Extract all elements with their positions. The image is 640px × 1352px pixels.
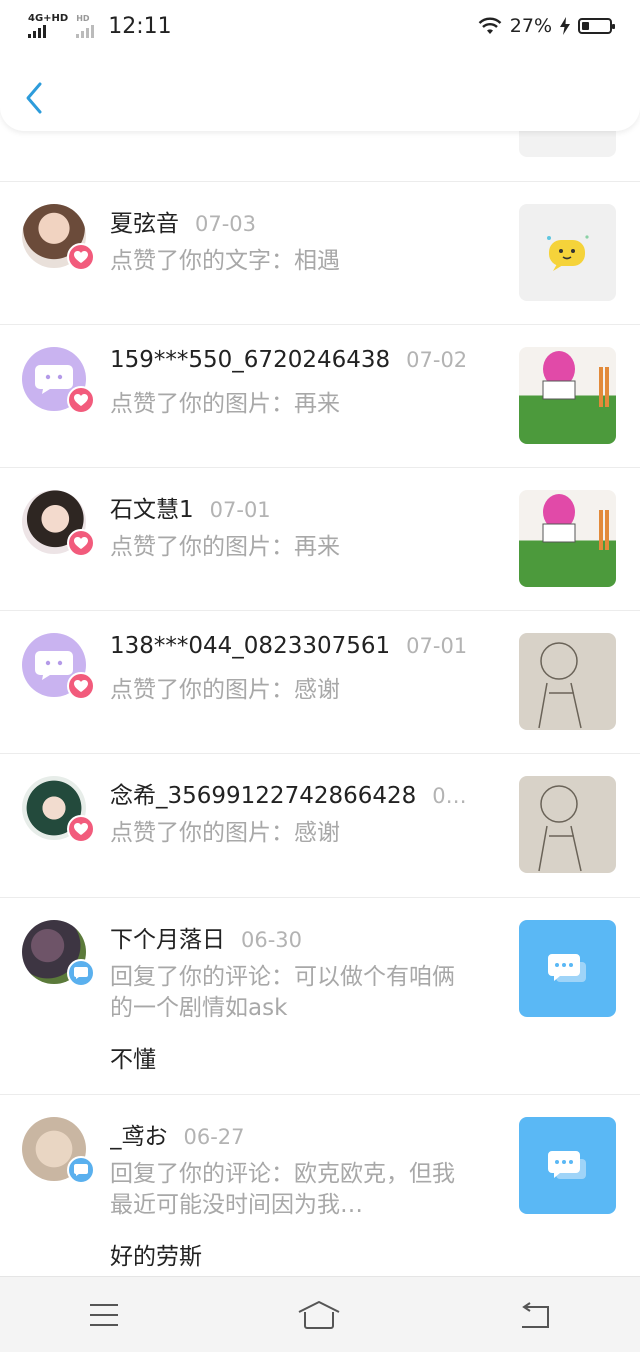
action-text: 点赞了你的图片：再来 (110, 391, 340, 417)
sticker-icon (546, 234, 589, 271)
comment-thumbnail[interactable] (519, 1117, 616, 1214)
action-text: 回复了你的评论：可以做个有咱俩的一个剧情如ask (110, 964, 455, 1021)
sketch-icon (538, 642, 582, 729)
date: 07-03 (195, 212, 257, 236)
user-name[interactable]: 夏弦音 (110, 211, 179, 237)
heart-icon (67, 386, 95, 414)
battery-percent: 27% (509, 15, 552, 37)
user-name[interactable]: 念希_35699122742866428 (110, 783, 416, 809)
comment-thumbnail[interactable] (519, 920, 616, 1017)
charging-icon (560, 17, 570, 35)
heart-icon (67, 815, 95, 843)
user-name[interactable]: 石文慧1 (110, 497, 194, 523)
thumbnail[interactable] (519, 490, 616, 587)
thumbnail[interactable] (519, 633, 616, 730)
thumbnail[interactable] (519, 776, 616, 873)
date: 07-02 (406, 348, 468, 372)
date: 0… (432, 784, 467, 808)
reply-text: 不懂 (110, 1047, 156, 1073)
signal-2: HD (76, 14, 95, 38)
signal-bars-icon (28, 24, 46, 38)
thumbnail[interactable] (519, 347, 616, 444)
name-line: 159***550_6720246438 07-02 (110, 347, 490, 373)
user-name[interactable]: 下个月落日 (110, 927, 225, 953)
home-icon[interactable] (297, 1300, 341, 1330)
heart-icon (67, 243, 95, 271)
drawing-icon (542, 494, 609, 550)
list-item[interactable]: 159***550_6720246438 07-02 点赞了你的图片：再来 (0, 324, 640, 467)
clock: 12:11 (108, 13, 172, 39)
sketch-icon (538, 785, 582, 872)
signal-bars-2-icon (76, 24, 95, 38)
name-line: 138***044_0823307561 07-01 (110, 633, 490, 659)
menu-icon[interactable] (88, 1302, 120, 1328)
user-name[interactable]: 159***550_6720246438 (110, 347, 390, 373)
action-text: 点赞了你的文字：相遇 (110, 248, 340, 274)
name-line: _鸢お 06-27 (110, 1117, 490, 1151)
chat-bubble-icon (67, 1156, 95, 1184)
battery-icon (578, 18, 615, 34)
system-nav-bar (0, 1276, 640, 1352)
heart-icon (67, 672, 95, 700)
list-item[interactable]: 念希_35699122742866428 0… 点赞了你的图片：感谢 (0, 753, 640, 897)
return-icon[interactable] (518, 1301, 552, 1329)
thumbnail[interactable] (519, 204, 616, 301)
action-text: 点赞了你的图片：再来 (110, 534, 340, 560)
drawing-icon (542, 351, 609, 407)
date: 06-30 (241, 928, 303, 952)
chat-bubble-icon (35, 365, 73, 394)
comment-icon (547, 953, 586, 982)
action-text: 点赞了你的图片：感谢 (110, 677, 340, 703)
list-item[interactable]: 下个月落日 06-30 回复了你的评论：可以做个有咱俩的一个剧情如ask 不懂 (0, 897, 640, 1094)
status-right: 27% (478, 15, 615, 37)
list-item[interactable]: _鸢お 06-27 回复了你的评论：欧克欧克，但我最近可能没时间因为我… 好的劳斯 (0, 1094, 640, 1276)
comment-icon (547, 1150, 586, 1179)
back-button[interactable] (20, 78, 50, 118)
status-bar: 4G+HD HD 12:11 27% (0, 0, 640, 52)
action-text: 点赞了你的图片：感谢 (110, 820, 340, 846)
heart-icon (67, 529, 95, 557)
chat-bubble-icon (67, 959, 95, 987)
wifi-icon (478, 17, 502, 34)
status-left: 4G+HD HD 12:11 (28, 14, 172, 39)
action-text: 回复了你的评论：欧克欧克，但我最近可能没时间因为我… (110, 1161, 455, 1218)
user-name[interactable]: 138***044_0823307561 (110, 633, 390, 659)
name-line: 下个月落日 06-30 (110, 920, 490, 954)
date: 07-01 (209, 498, 271, 522)
network-type-2: HD (76, 14, 90, 23)
chat-bubble-icon (35, 651, 73, 680)
date: 06-27 (183, 1125, 245, 1149)
signal-1: 4G+HD (28, 14, 68, 38)
name-line: 念希_35699122742866428 0… (110, 776, 490, 810)
date: 07-01 (406, 634, 468, 658)
network-type: 4G+HD (28, 13, 69, 24)
list-item[interactable]: 石文慧1 07-01 点赞了你的图片：再来 (0, 467, 640, 610)
name-line: 夏弦音 07-03 (110, 204, 490, 238)
reply-text: 好的劳斯 (110, 1244, 202, 1270)
user-name[interactable]: _鸢お (110, 1124, 168, 1150)
name-line: 石文慧1 07-01 (110, 490, 490, 524)
list-item[interactable]: 138***044_0823307561 07-01 点赞了你的图片：感谢 (0, 610, 640, 753)
list-item[interactable]: 夏弦音 07-03 点赞了你的文字：相遇 (0, 181, 640, 324)
